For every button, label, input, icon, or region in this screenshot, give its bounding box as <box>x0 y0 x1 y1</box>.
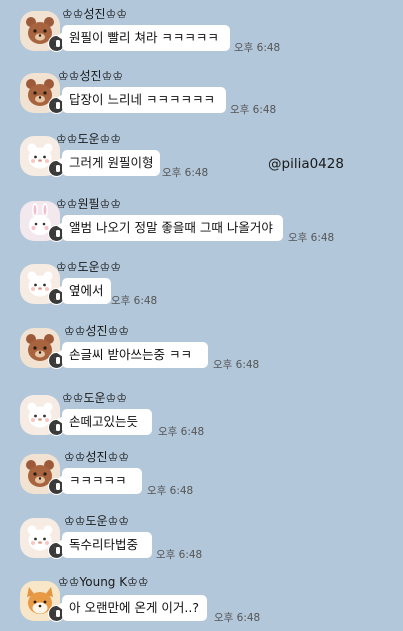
watermark: @pilia0428 <box>268 156 344 172</box>
message-time: 오후 6:48 <box>213 359 260 371</box>
message-bubble[interactable]: 옆에서 <box>57 278 111 304</box>
message-time: 오후 6:48 <box>158 426 205 438</box>
message-time: 오후 6:48 <box>230 104 277 116</box>
message-time: 오후 6:48 <box>288 232 335 244</box>
sender-name: ♔♔도운♔♔ <box>56 260 122 274</box>
sender-name: ♔♔도운♔♔ <box>62 391 128 405</box>
message-bubble[interactable]: 손떼고있는듯 <box>57 409 152 435</box>
message-time: 오후 6:48 <box>156 549 203 561</box>
sender-name: ♔♔Young K♔♔ <box>58 575 149 589</box>
message-bubble[interactable]: 답장이 느리네 ㅋㅋㅋㅋㅋㅋ <box>57 87 226 113</box>
message-time: 오후 6:48 <box>214 612 261 624</box>
message-bubble[interactable]: 손글씨 받아쓰는중 ㅋㅋ <box>57 342 208 368</box>
message-bubble[interactable]: 독수리타법중 <box>57 532 152 558</box>
message-time: 오후 6:48 <box>234 42 281 54</box>
sender-name: ♔♔성진♔♔ <box>62 7 128 21</box>
sender-name: ♔♔성진♔♔ <box>64 450 130 464</box>
message-bubble[interactable]: 원필이 빨리 쳐라 ㅋㅋㅋㅋㅋ <box>57 25 230 51</box>
message-bubble[interactable]: 그러게 원필이형 <box>56 150 161 176</box>
message-time: 오후 6:48 <box>111 295 158 307</box>
message-bubble[interactable]: 아 오랜만에 온게 이거..? <box>57 595 207 621</box>
message-time: 오후 6:48 <box>162 167 209 179</box>
sender-name: ♔♔도운♔♔ <box>64 514 130 528</box>
sender-name: ♔♔성진♔♔ <box>58 69 124 83</box>
message-time: 오후 6:48 <box>147 485 194 497</box>
sender-name: ♔♔성진♔♔ <box>64 324 130 338</box>
sender-name: ♔♔도운♔♔ <box>56 132 122 146</box>
sender-name: ♔♔원필♔♔ <box>56 197 122 211</box>
message-bubble[interactable]: ㅋㅋㅋㅋㅋ <box>57 468 142 494</box>
message-bubble[interactable]: 앨범 나오기 정말 좋을때 그때 나올거야 <box>57 215 283 241</box>
